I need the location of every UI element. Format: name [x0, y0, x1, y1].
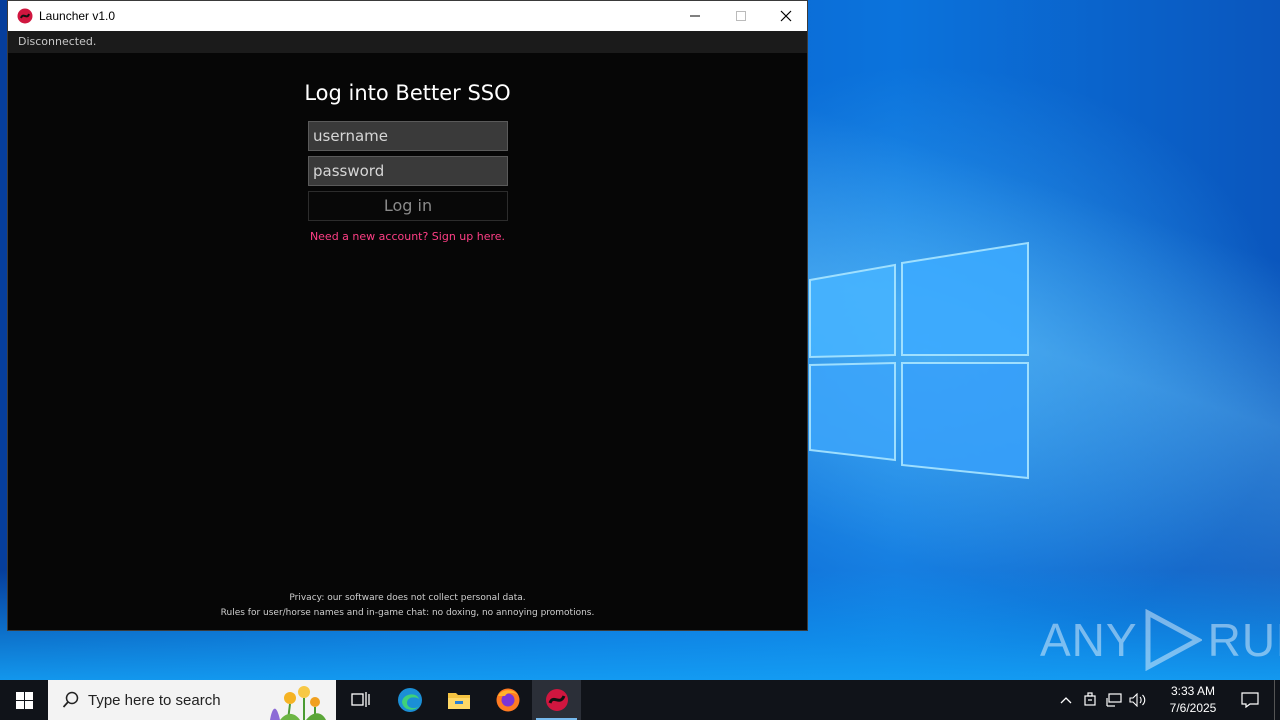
chat-rules-notice: Rules for user/horse names and in-game c… — [220, 608, 595, 618]
task-view-button[interactable] — [336, 680, 385, 720]
play-triangle-icon — [1145, 609, 1202, 671]
tray-device-button[interactable] — [1078, 680, 1102, 720]
taskbar-edge[interactable] — [385, 680, 434, 720]
file-explorer-icon — [447, 693, 470, 709]
show-hidden-icons-button[interactable] — [1054, 680, 1078, 720]
minimize-icon — [690, 15, 700, 17]
footer-notice: Privacy: our software does not collect p… — [8, 591, 807, 621]
watermark-text-right: RUN — [1207, 614, 1280, 666]
anyrun-watermark: ANY RUN — [1040, 608, 1280, 672]
action-center-button[interactable] — [1226, 680, 1274, 720]
maximize-icon — [736, 11, 746, 21]
device-icon — [1084, 692, 1096, 706]
start-button[interactable] — [0, 680, 48, 720]
taskbar-search-box[interactable]: Type here to search — [48, 680, 336, 720]
firefox-icon — [496, 688, 519, 712]
privacy-notice: Privacy: our software does not collect p… — [289, 593, 526, 603]
search-icon — [62, 691, 79, 708]
task-view-icon — [350, 692, 370, 707]
launcher-icon — [545, 689, 568, 711]
taskbar-launcher[interactable] — [532, 680, 581, 720]
tray-volume-button[interactable] — [1126, 680, 1150, 720]
show-desktop-button[interactable] — [1274, 680, 1280, 720]
system-tray: 3:33 AM 7/6/2025 — [1054, 680, 1280, 720]
login-button[interactable]: Log in — [308, 191, 508, 221]
title-bar[interactable]: Launcher v1.0 — [8, 1, 807, 31]
password-field[interactable] — [308, 156, 508, 186]
window-title: Launcher v1.0 — [39, 9, 116, 23]
network-icon — [1106, 693, 1122, 707]
close-icon — [780, 10, 792, 22]
tray-network-button[interactable] — [1102, 680, 1126, 720]
edge-icon — [397, 688, 422, 712]
connection-status: Disconnected. — [8, 31, 807, 53]
login-title: Log into Better SSO — [304, 81, 511, 105]
taskbar-firefox[interactable] — [483, 680, 532, 720]
username-field[interactable] — [308, 121, 508, 151]
search-highlight-flowers-icon — [270, 686, 326, 720]
taskbar: Type here to search 3:33 AM 7/6/2025 — [0, 680, 1280, 720]
signup-link[interactable]: Need a new account? Sign up here. — [8, 230, 807, 243]
watermark-text-left: ANY — [1040, 614, 1138, 666]
maximize-button[interactable] — [718, 1, 764, 31]
close-button[interactable] — [763, 1, 809, 31]
volume-icon — [1129, 693, 1146, 707]
clock-time: 3:33 AM — [1170, 684, 1216, 698]
minimize-button[interactable] — [672, 1, 718, 31]
taskbar-clock[interactable]: 3:33 AM 7/6/2025 — [1160, 683, 1226, 717]
launcher-app-icon — [17, 8, 33, 24]
windows-wallpaper-logo-icon — [809, 241, 1029, 480]
clock-date: 7/6/2025 — [1169, 701, 1217, 715]
notification-icon — [1241, 692, 1259, 708]
chevron-up-icon — [1060, 697, 1072, 704]
windows-start-icon — [15, 691, 33, 709]
taskbar-file-explorer[interactable] — [434, 680, 483, 720]
launcher-window: Launcher v1.0 Disconnected. Log into Bet… — [7, 0, 808, 631]
search-placeholder: Type here to search — [88, 691, 221, 709]
